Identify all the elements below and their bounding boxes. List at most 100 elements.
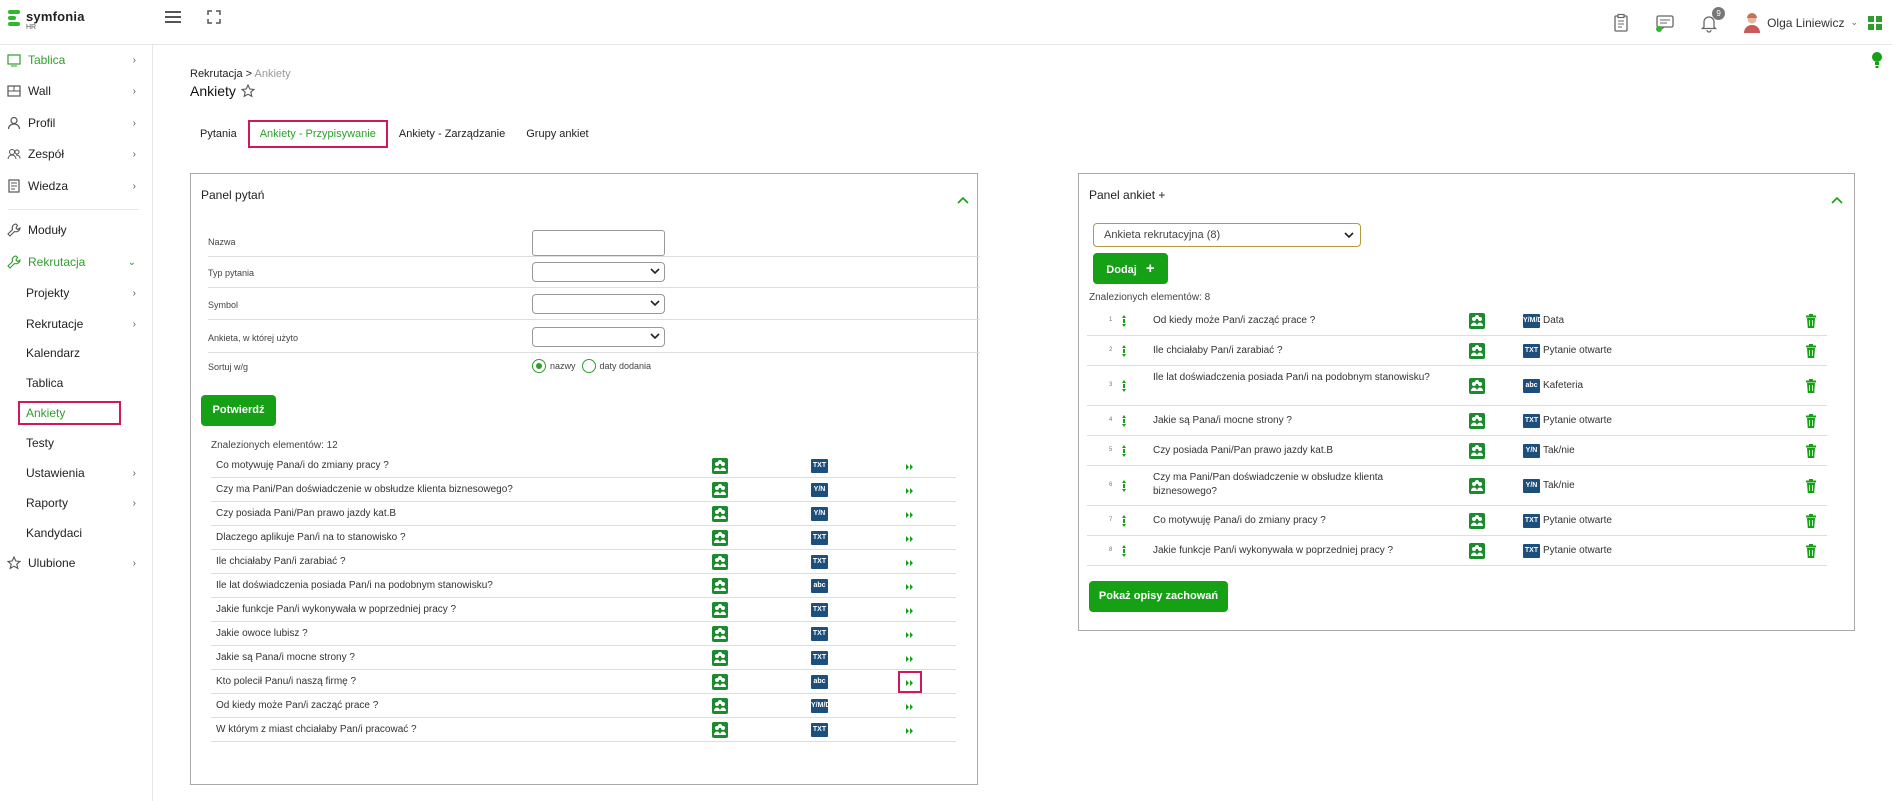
drag-handle-icon[interactable]: [1121, 515, 1127, 527]
messages-icon[interactable]: [1655, 13, 1675, 33]
drag-handle-icon[interactable]: [1121, 545, 1127, 557]
chevron-up-icon[interactable]: [957, 196, 969, 204]
notifications-button[interactable]: 9: [1699, 6, 1726, 33]
group-icon: [1469, 443, 1485, 459]
add-to-survey-icon[interactable]: [904, 654, 916, 664]
question-row: Czy posiada Pani/Pan prawo jazdy kat.B Y/…: [211, 502, 956, 526]
sidebar-item-wall[interactable]: Wall ›: [0, 80, 140, 102]
sort-by-name-radio[interactable]: [532, 359, 546, 373]
add-to-survey-icon[interactable]: [904, 510, 916, 520]
add-button[interactable]: Dodaj +: [1093, 253, 1168, 284]
symbol-select[interactable]: [532, 294, 665, 314]
survey-question-row[interactable]: 2 Ile chciałaby Pan/i zarabiać ? TXT Pytani…: [1087, 336, 1827, 366]
favorite-star-icon[interactable]: [240, 84, 255, 98]
survey-select[interactable]: Ankieta rekrutacyjna (8): [1093, 223, 1361, 247]
logo[interactable]: symfonia HR: [8, 10, 85, 32]
tab-ankiety-zarzadzanie[interactable]: Ankiety - Zarządzanie: [389, 120, 515, 148]
drag-handle-icon[interactable]: [1121, 415, 1127, 427]
question-type-select[interactable]: [532, 262, 665, 282]
trash-icon[interactable]: [1805, 344, 1817, 358]
trash-icon[interactable]: [1805, 479, 1817, 493]
drag-handle-icon[interactable]: [1121, 445, 1127, 457]
lightbulb-icon[interactable]: [1871, 51, 1883, 69]
group-icon: [712, 650, 728, 666]
sidebar-item-profil[interactable]: Profil ›: [0, 112, 140, 134]
sidebar-item-rekrutacje[interactable]: Rekrutacje ›: [0, 313, 140, 335]
sidebar-item-tablica-sub[interactable]: Tablica: [0, 372, 140, 394]
survey-question-row[interactable]: 6 Czy ma Pani/Pan doświadczenie w obsłudz…: [1087, 466, 1827, 506]
sidebar-item-ulubione[interactable]: Ulubione ›: [0, 552, 140, 574]
breadcrumb-parent[interactable]: Rekrutacja: [190, 68, 243, 80]
chevron-up-icon[interactable]: [1831, 196, 1843, 204]
sidebar-item-kandydaci[interactable]: Kandydaci: [0, 522, 140, 544]
tab-pytania[interactable]: Pytania: [190, 120, 247, 148]
show-behavior-descriptions-button[interactable]: Pokaż opisy zachowań: [1089, 581, 1228, 612]
clipboard-icon[interactable]: [1611, 13, 1631, 33]
sidebar-item-zespol[interactable]: Zespół ›: [0, 143, 140, 165]
sidebar-item-wiedza[interactable]: Wiedza ›: [0, 175, 140, 197]
sidebar-item-moduly[interactable]: Moduły: [0, 219, 140, 241]
trash-icon[interactable]: [1805, 544, 1817, 558]
group-icon: [712, 506, 728, 522]
survey-question-row[interactable]: 1 Od kiedy może Pan/i zacząć prace ? Y/M/D…: [1087, 306, 1827, 336]
survey-question-row[interactable]: 5 Czy posiada Pani/Pan prawo jazdy kat.B Y…: [1087, 436, 1827, 466]
group-icon: [1469, 543, 1485, 559]
survey-question-text: Czy ma Pani/Pan doświadczenie w obsłudze…: [1153, 472, 1384, 497]
survey-question-text: Ile lat doświadczenia posiada Pan/i na p…: [1153, 372, 1430, 383]
question-type-icon: abc: [1523, 379, 1540, 393]
survey-question-row[interactable]: 4 Jakie są Pana/i mocne strony ? TXT Pytani…: [1087, 406, 1827, 436]
confirm-button[interactable]: Potwierdź: [201, 395, 276, 426]
name-input[interactable]: [532, 230, 665, 256]
trash-icon[interactable]: [1805, 444, 1817, 458]
apps-grid-icon[interactable]: [1868, 15, 1882, 30]
add-to-survey-icon[interactable]: [904, 702, 916, 712]
survey-question-text: Jakie funkcje Pan/i wykonywała w poprzed…: [1153, 545, 1394, 556]
menu-toggle-icon[interactable]: [165, 11, 181, 25]
user-name[interactable]: Olga Liniewicz: [1767, 16, 1844, 30]
wall-icon: [7, 85, 21, 97]
surveys-found-count: Znalezionych elementów: 8: [1089, 292, 1211, 303]
trash-icon[interactable]: [1805, 314, 1817, 328]
add-to-survey-icon[interactable]: [904, 726, 916, 736]
chevron-down-icon: [650, 268, 660, 275]
add-to-survey-icon[interactable]: [904, 534, 916, 544]
question-type-icon: TXT: [1523, 544, 1540, 558]
fullscreen-icon[interactable]: [207, 10, 221, 24]
question-text: Czy posiada Pani/Pan prawo jazdy kat.B: [216, 508, 397, 519]
group-icon: [712, 698, 728, 714]
sort-radio-group: nazwy daty dodania: [532, 359, 651, 373]
chevron-down-icon[interactable]: ⌄: [1850, 17, 1858, 28]
sidebar-item-raporty[interactable]: Raporty ›: [0, 492, 140, 514]
group-icon: [712, 554, 728, 570]
add-to-survey-icon[interactable]: [904, 630, 916, 640]
trash-icon[interactable]: [1805, 514, 1817, 528]
survey-question-row[interactable]: 3 Ile lat doświadczenia posiada Pan/i na …: [1087, 366, 1827, 406]
drag-handle-icon[interactable]: [1121, 380, 1127, 392]
sidebar-item-tablica[interactable]: Tablica ›: [0, 49, 140, 71]
survey-question-row[interactable]: 7 Co motywuję Pana/i do zmiany pracy ? TXT…: [1087, 506, 1827, 536]
drag-handle-icon[interactable]: [1121, 480, 1127, 492]
drag-handle-icon[interactable]: [1121, 315, 1127, 327]
sort-by-date-label: daty dodania: [599, 361, 652, 371]
add-to-survey-icon[interactable]: [904, 462, 916, 472]
sidebar-item-ustawienia[interactable]: Ustawienia ›: [0, 462, 140, 484]
sort-by-date-radio[interactable]: [581, 359, 596, 373]
survey-used-select[interactable]: [532, 327, 665, 347]
question-type-label: Typ pytania: [208, 268, 255, 278]
add-to-survey-icon[interactable]: [904, 486, 916, 496]
add-to-survey-icon[interactable]: [904, 606, 916, 616]
sidebar-item-kalendarz[interactable]: Kalendarz: [0, 342, 140, 364]
trash-icon[interactable]: [1805, 379, 1817, 393]
avatar[interactable]: [1743, 12, 1761, 33]
sidebar-item-testy[interactable]: Testy: [0, 432, 140, 454]
sidebar-item-projekty[interactable]: Projekty ›: [0, 282, 140, 304]
tab-ankiety-przypisywanie[interactable]: Ankiety - Przypisywanie: [247, 120, 388, 148]
add-to-survey-icon[interactable]: [904, 582, 916, 592]
add-to-survey-icon[interactable]: [904, 558, 916, 568]
tab-grupy-ankiet[interactable]: Grupy ankiet: [516, 120, 598, 148]
survey-question-row[interactable]: 8 Jakie funkcje Pan/i wykonywała w poprze…: [1087, 536, 1827, 566]
trash-icon[interactable]: [1805, 414, 1817, 428]
drag-handle-icon[interactable]: [1121, 345, 1127, 357]
notification-badge: 9: [1712, 6, 1726, 20]
sidebar-item-rekrutacja[interactable]: Rekrutacja ⌄: [0, 251, 140, 273]
